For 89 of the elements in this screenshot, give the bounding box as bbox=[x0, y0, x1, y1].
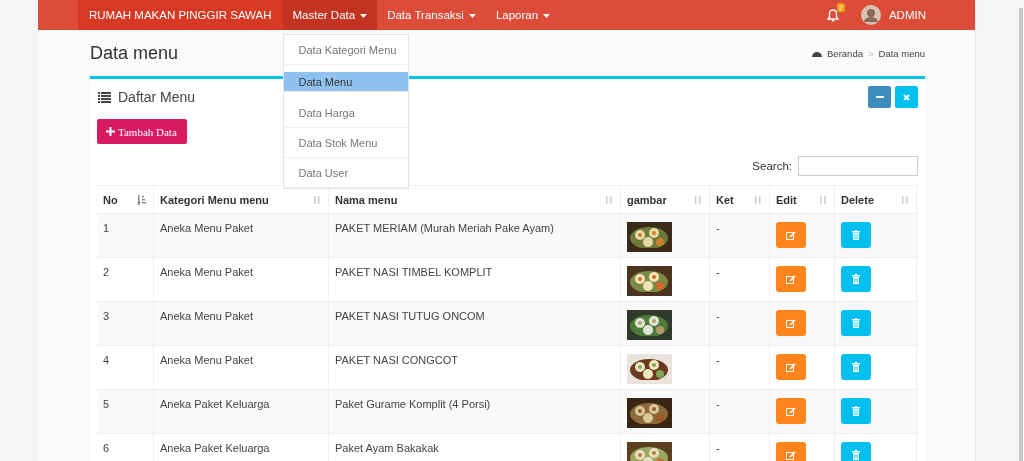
search-label: Search: bbox=[752, 160, 792, 172]
column-header[interactable]: Edit bbox=[776, 193, 797, 206]
edit-icon bbox=[786, 406, 796, 416]
table-cell: 3 bbox=[103, 310, 110, 322]
minus-icon bbox=[875, 96, 884, 98]
close-button[interactable] bbox=[895, 86, 918, 108]
delete-button[interactable] bbox=[841, 222, 871, 248]
table-cell: PAKET MERIAM (Murah Meriah Pake Ayam) bbox=[335, 222, 554, 234]
sort-icon[interactable] bbox=[753, 194, 763, 205]
trash-icon bbox=[852, 362, 860, 372]
edit-icon bbox=[786, 450, 796, 460]
table-cell: - bbox=[716, 310, 720, 322]
user-name[interactable]: ADMIN bbox=[888, 9, 926, 21]
edit-icon bbox=[786, 318, 796, 328]
dropdown-item[interactable]: Data Menu bbox=[283, 72, 408, 92]
sort-icon[interactable] bbox=[693, 194, 703, 205]
brand-title[interactable]: RUMAH MAKAN PINGGIR SAWAH bbox=[78, 0, 283, 30]
table-cell: - bbox=[716, 266, 720, 278]
delete-button[interactable] bbox=[841, 442, 871, 461]
nav-menu[interactable]: Data Transaksi bbox=[377, 0, 486, 30]
close-icon bbox=[903, 93, 910, 101]
edit-button[interactable] bbox=[776, 354, 806, 380]
trash-icon bbox=[852, 406, 860, 416]
nav-menu[interactable]: Master Data bbox=[282, 0, 378, 30]
nav-menu[interactable]: Laporan bbox=[485, 0, 561, 30]
table-cell: PAKET NASI TIMBEL KOMPLIT bbox=[335, 266, 493, 278]
delete-button[interactable] bbox=[841, 354, 871, 380]
table-cell: Paket Gurame Komplit (4 Porsi) bbox=[335, 398, 491, 410]
caret-icon bbox=[360, 13, 368, 18]
trash-icon bbox=[852, 274, 860, 284]
delete-button[interactable] bbox=[841, 310, 871, 336]
table-cell: 1 bbox=[103, 222, 110, 234]
sort-icon[interactable] bbox=[900, 194, 910, 205]
column-header[interactable]: gambar bbox=[627, 193, 667, 206]
edit-button[interactable] bbox=[776, 266, 806, 292]
sort-icon[interactable] bbox=[604, 194, 614, 205]
sort-icon[interactable] bbox=[312, 194, 322, 205]
edit-icon bbox=[786, 274, 796, 284]
edit-icon bbox=[786, 362, 796, 372]
edit-icon bbox=[786, 230, 796, 240]
edit-button[interactable] bbox=[776, 442, 806, 461]
plus-icon bbox=[106, 127, 115, 136]
column-header[interactable]: Delete bbox=[841, 193, 875, 206]
table-cell: Aneka Paket Keluarga bbox=[160, 398, 270, 410]
dropdown-item[interactable]: Data Kategori Menu bbox=[283, 35, 408, 65]
table-cell: - bbox=[716, 354, 720, 366]
edit-button[interactable] bbox=[776, 222, 806, 248]
breadcrumb-separator: > bbox=[867, 47, 874, 59]
caret-icon bbox=[468, 13, 476, 18]
collapse-button[interactable] bbox=[868, 86, 891, 108]
trash-icon bbox=[852, 318, 860, 328]
delete-button[interactable] bbox=[841, 398, 871, 424]
search-field[interactable] bbox=[798, 156, 918, 176]
table-cell: Paket Ayam Bakakak bbox=[335, 442, 439, 454]
column-header[interactable]: Nama menu bbox=[335, 193, 398, 206]
sort-icon[interactable] bbox=[818, 194, 828, 205]
list-icon bbox=[98, 91, 111, 103]
page-title: Data menu bbox=[90, 42, 179, 64]
table-cell: - bbox=[716, 222, 720, 234]
breadcrumb-link[interactable]: Beranda bbox=[827, 47, 863, 59]
caret-icon bbox=[543, 13, 551, 18]
column-header[interactable]: Kategori Menu menu bbox=[160, 193, 269, 206]
table-cell: Aneka Menu Paket bbox=[160, 354, 253, 366]
table-cell: Aneka Menu Paket bbox=[160, 266, 253, 278]
edit-button[interactable] bbox=[776, 398, 806, 424]
sort-icon[interactable] bbox=[137, 194, 147, 205]
add-data-button[interactable]: Tambah Data bbox=[97, 119, 187, 144]
panel-title: Daftar Menu bbox=[118, 89, 196, 105]
column-header[interactable]: Ket bbox=[716, 193, 734, 206]
table-cell: 4 bbox=[103, 354, 110, 366]
table-cell: Aneka Menu Paket bbox=[160, 222, 253, 234]
trash-icon bbox=[852, 230, 860, 240]
table-cell: 5 bbox=[103, 398, 110, 410]
avatar-icon[interactable] bbox=[860, 5, 881, 25]
delete-button[interactable] bbox=[841, 266, 871, 292]
trash-icon bbox=[852, 450, 860, 460]
table-cell: 6 bbox=[103, 442, 110, 454]
edit-button[interactable] bbox=[776, 310, 806, 336]
table-cell: 2 bbox=[103, 266, 110, 278]
scrollbar[interactable] bbox=[1019, 8, 1023, 461]
table-cell: PAKET NASI TUTUG ONCOM bbox=[335, 310, 485, 322]
table-cell: Aneka Menu Paket bbox=[160, 310, 253, 322]
column-header[interactable]: No bbox=[103, 193, 118, 206]
table-cell: PAKET NASI CONGCOT bbox=[335, 354, 459, 366]
bell-icon[interactable] bbox=[826, 8, 839, 22]
table-cell: - bbox=[716, 398, 720, 410]
table-cell: - bbox=[716, 442, 720, 454]
breadcrumb-current: Data menu bbox=[878, 47, 925, 59]
table-cell: Aneka Paket Keluarga bbox=[160, 442, 270, 454]
